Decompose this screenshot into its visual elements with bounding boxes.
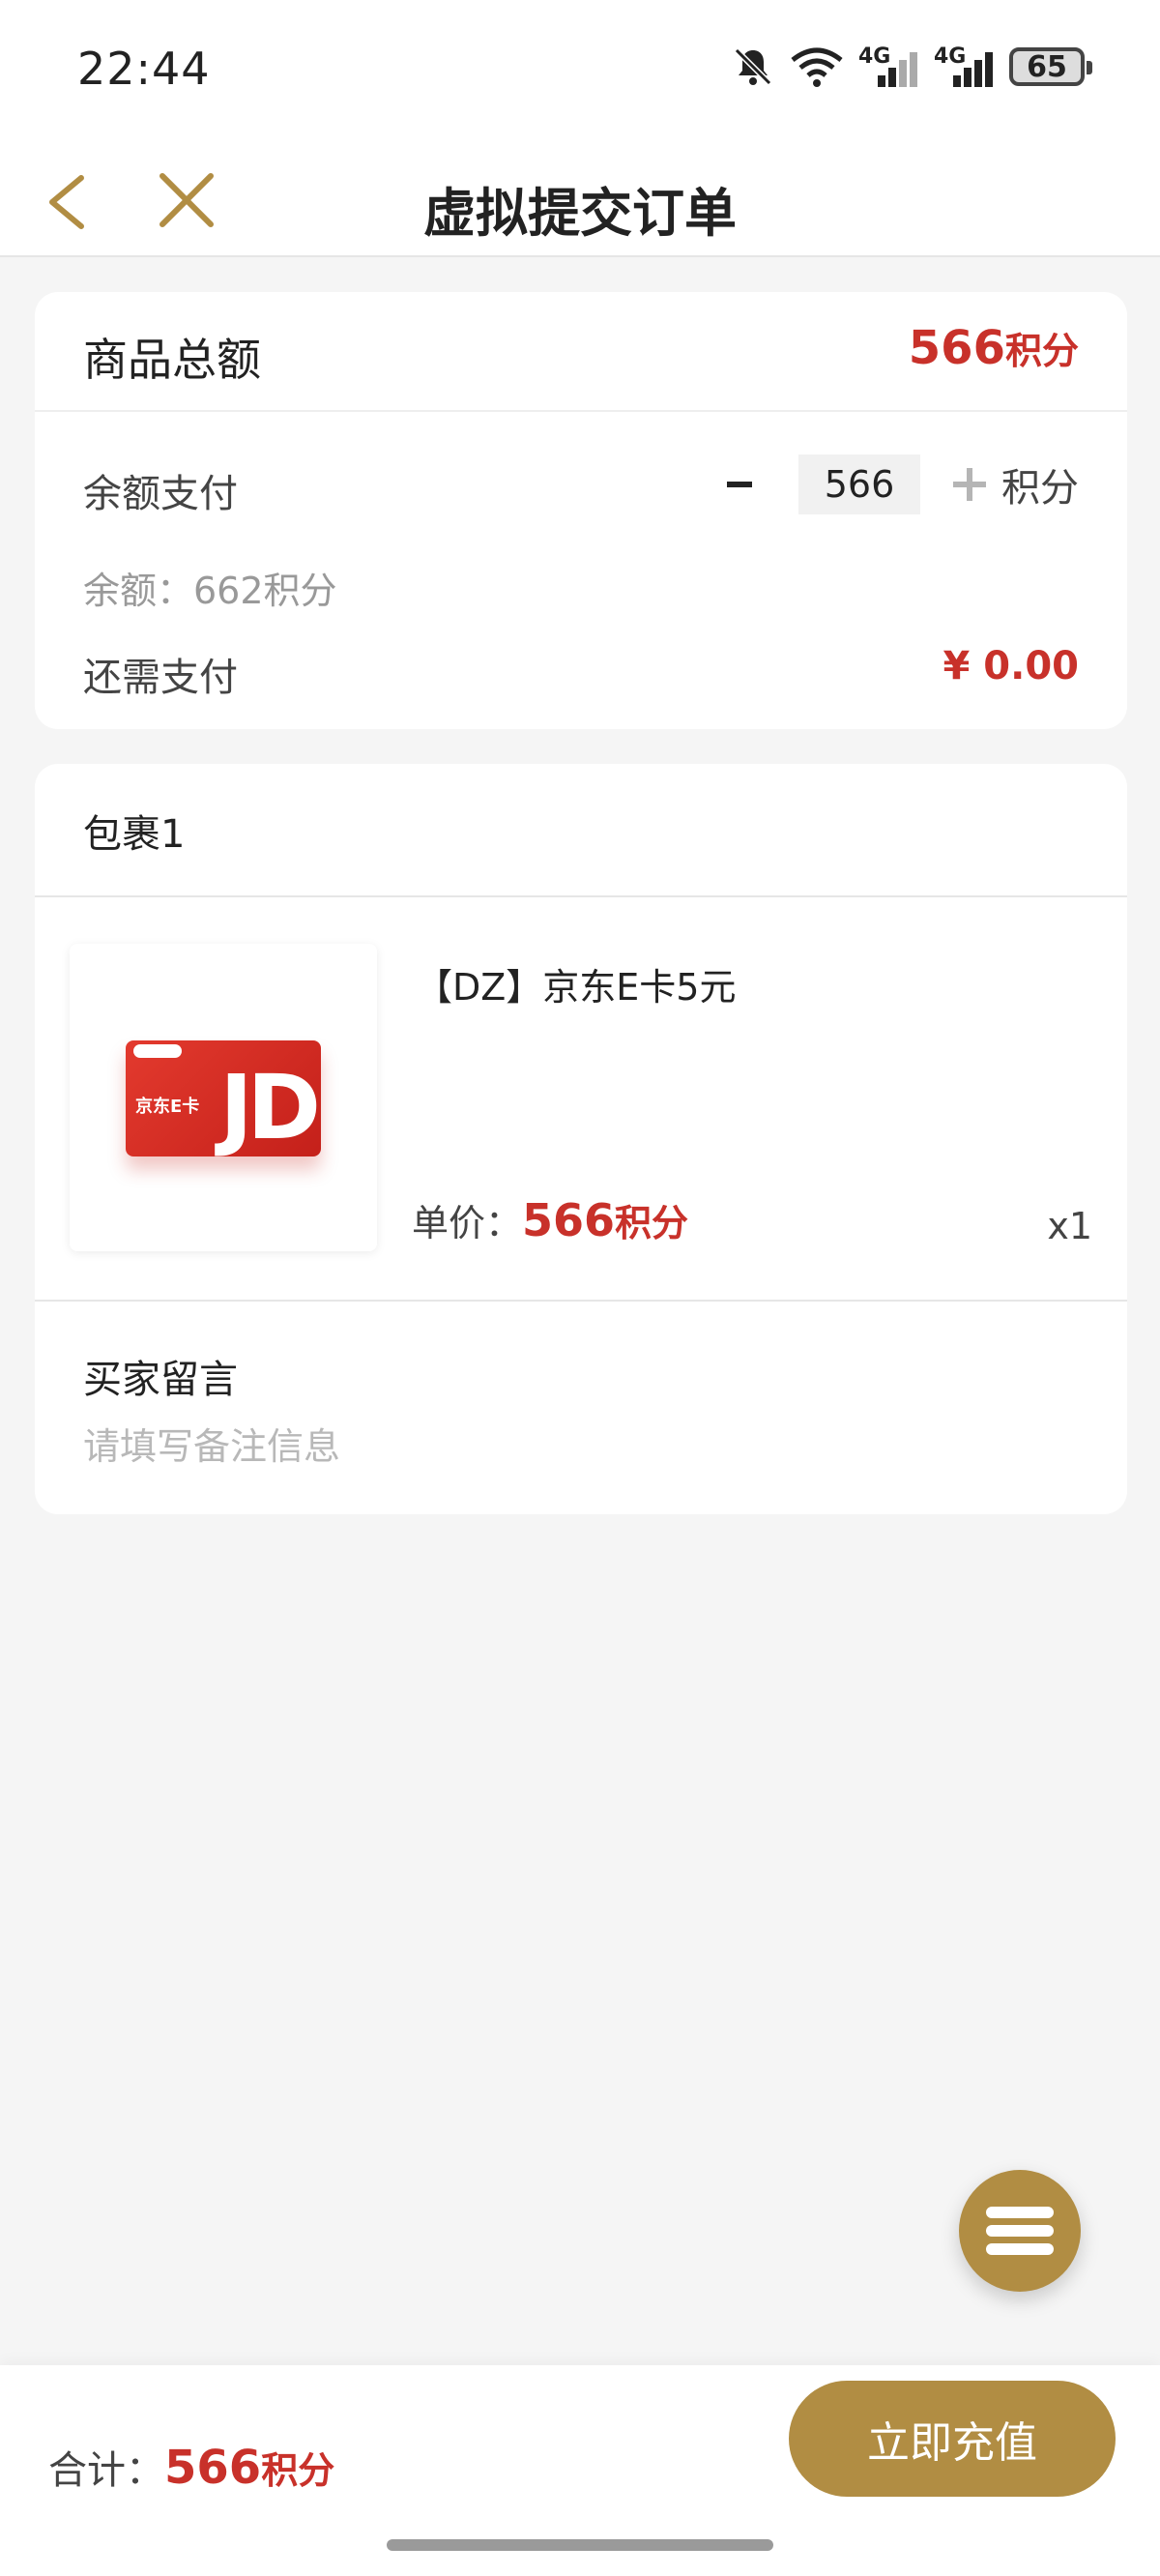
- need-pay-value: ¥ 0.00: [942, 644, 1079, 688]
- package-card: 包裹1 京东E卡 JD 【DZ】京东E卡5元 单价：566积分 x1 买家留言: [35, 764, 1127, 1514]
- price-unit: 积分: [615, 1202, 689, 1244]
- status-time: 22:44: [77, 43, 211, 95]
- page-title: 虚拟提交订单: [423, 183, 737, 244]
- mute-bell-icon: [734, 47, 772, 86]
- sum-unit: 积分: [261, 2449, 335, 2492]
- jd-logo: JD: [219, 1056, 321, 1156]
- card-image-label: 京东E卡: [135, 1097, 200, 1117]
- home-indicator[interactable]: [387, 2539, 773, 2551]
- balance-pay-label: 余额支付: [83, 472, 238, 516]
- total-label: 商品总额: [83, 334, 261, 386]
- minus-button[interactable]: [727, 482, 752, 487]
- card-tag: [133, 1044, 182, 1058]
- product-image[interactable]: 京东E卡 JD: [70, 944, 377, 1251]
- sum-label: 合计：: [48, 2448, 164, 2493]
- price-label: 单价：: [412, 1202, 523, 1244]
- signal2-label: 4G: [934, 44, 967, 69]
- divider: [35, 895, 1127, 897]
- plus-button[interactable]: [953, 468, 986, 501]
- product-price: 单价：566积分: [412, 1193, 688, 1246]
- menu-icon: [986, 2207, 1054, 2218]
- signal1-label: 4G: [858, 44, 891, 69]
- total-unit: 积分: [1004, 330, 1079, 372]
- stepper-unit: 积分: [1001, 466, 1079, 511]
- battery-icon: 65: [1009, 47, 1092, 86]
- total-amount: 566: [908, 321, 1005, 375]
- total-value: 566积分: [909, 321, 1079, 375]
- price-value: 566: [522, 1194, 616, 1246]
- total-row: 商品总额 566积分: [35, 292, 1127, 412]
- package-title: 包裹1: [83, 812, 186, 857]
- nav-bar: 虚拟提交订单: [0, 145, 1160, 257]
- menu-icon-line: [986, 2243, 1054, 2255]
- product-quantity: x1: [1047, 1205, 1092, 1247]
- signal-icon-sim1: 4G: [858, 44, 920, 89]
- sum-text: 合计：566积分: [48, 2439, 334, 2495]
- menu-icon-line: [986, 2225, 1054, 2237]
- wifi-icon: [791, 47, 843, 87]
- status-icons: 4G 4G 65: [731, 44, 1092, 89]
- payment-summary-card: 商品总额 566积分 余额支付 积分 余额：662积分 还需支付 ¥ 0.00: [35, 292, 1127, 729]
- balance-text: 余额：662积分: [83, 570, 337, 612]
- menu-fab-button[interactable]: [959, 2170, 1081, 2292]
- status-bar: 22:44 4G 4G 65: [0, 0, 1160, 145]
- jd-card-image: 京东E卡 JD: [126, 1040, 321, 1156]
- buyer-message-input[interactable]: [83, 1418, 1050, 1476]
- bottom-bar: 合计：566积分 立即充值: [0, 2365, 1160, 2576]
- product-name[interactable]: 【DZ】京东E卡5元: [416, 957, 736, 1010]
- need-pay-label: 还需支付: [83, 656, 238, 700]
- recharge-button[interactable]: 立即充值: [789, 2381, 1116, 2497]
- balance-stepper: 积分: [727, 454, 1079, 514]
- balance-pay-input[interactable]: [798, 454, 920, 514]
- battery-level: 65: [1027, 49, 1067, 84]
- buyer-message-label: 买家留言: [83, 1358, 238, 1402]
- sum-value: 566: [164, 2441, 262, 2495]
- signal-icon-sim2: 4G: [934, 44, 996, 89]
- divider: [35, 1300, 1127, 1302]
